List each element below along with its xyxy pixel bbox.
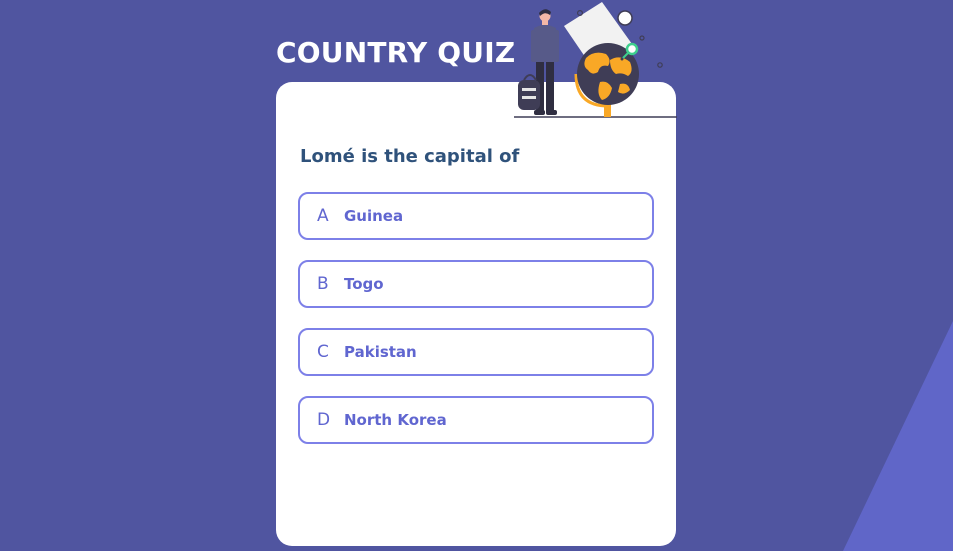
- option-letter: B: [317, 274, 329, 294]
- adventure-globe-illustration: [514, 2, 677, 118]
- option-letter: D: [317, 410, 331, 430]
- option-d-button[interactable]: D North Korea: [298, 396, 654, 444]
- option-label: Togo: [344, 275, 384, 293]
- answer-options: A Guinea B Togo C Pakistan D North Korea: [298, 192, 654, 464]
- option-letter: A: [317, 206, 329, 226]
- option-label: Guinea: [344, 207, 404, 225]
- quiz-card: Lomé is the capital of A Guinea B Togo C…: [276, 82, 676, 546]
- option-c-button[interactable]: C Pakistan: [298, 328, 654, 376]
- question-text: Lomé is the capital of: [300, 146, 520, 167]
- option-letter: C: [317, 342, 329, 362]
- page-title: COUNTRY QUIZ: [276, 36, 516, 69]
- background-accent-shape: [843, 321, 953, 551]
- option-label: Pakistan: [344, 343, 417, 361]
- option-a-button[interactable]: A Guinea: [298, 192, 654, 240]
- option-label: North Korea: [344, 411, 447, 429]
- option-b-button[interactable]: B Togo: [298, 260, 654, 308]
